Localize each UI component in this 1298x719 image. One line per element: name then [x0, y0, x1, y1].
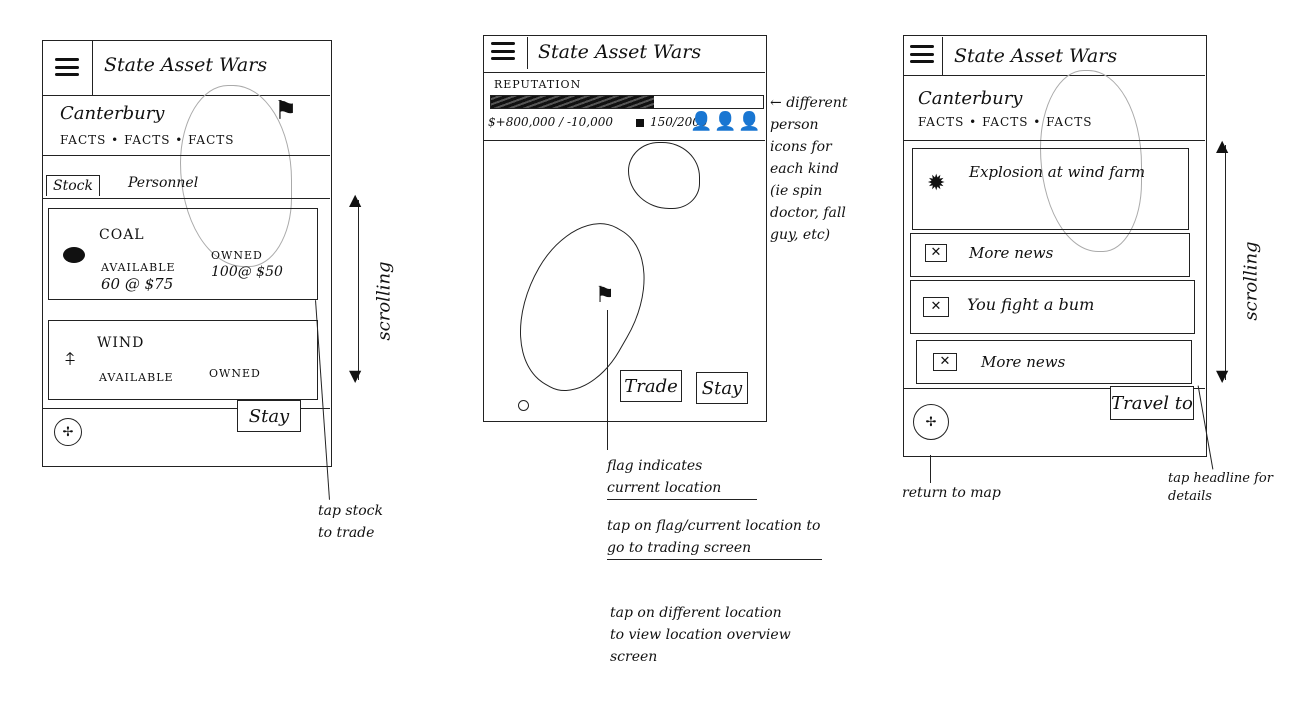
- news-headline: Explosion at wind farm: [969, 163, 1146, 181]
- news-headline: More news: [969, 244, 1054, 262]
- person-icons-note: ← different person icons for each kind (…: [770, 95, 848, 243]
- scroll-arrow-top: ▲: [1216, 136, 1229, 155]
- location-name: Canterbury: [60, 103, 165, 124]
- calendar-icon: [636, 119, 644, 127]
- return-map-note: return to map: [902, 485, 1001, 501]
- stock-name: COAL: [99, 227, 145, 243]
- reputation-label: REPUTATION: [494, 78, 582, 91]
- owned-label: OWNED: [211, 249, 263, 262]
- fall-guy-icon[interactable]: 👤: [714, 111, 736, 132]
- available-value: 60 @ $75: [101, 275, 174, 293]
- tap-headline-note: tap headline for details: [1168, 471, 1273, 504]
- scroll-arrow-top: ▲: [349, 190, 362, 209]
- app-title: State Asset Wars: [954, 45, 1118, 67]
- location-facts: FACTS • FACTS • FACTS: [918, 115, 1093, 129]
- annotation-leader: [607, 310, 608, 450]
- map-compass-icon[interactable]: ✢: [913, 404, 949, 440]
- available-label: AVAILABLE: [101, 261, 176, 274]
- spin-doctor-icon[interactable]: 👤: [690, 111, 712, 132]
- divider: [483, 140, 765, 141]
- stock-card-wind[interactable]: ⍏ WIND AVAILABLE OWNED: [48, 320, 318, 400]
- location-name: Canterbury: [918, 88, 1023, 109]
- app-title: State Asset Wars: [538, 41, 702, 63]
- image-placeholder-icon: ✕: [923, 297, 949, 317]
- header-divider: [942, 37, 943, 75]
- news-headline: You fight a bum: [967, 295, 1095, 314]
- map-compass-icon[interactable]: [518, 400, 529, 411]
- news-item[interactable]: ✕ More news: [916, 340, 1192, 384]
- hamburger-icon[interactable]: [55, 58, 79, 76]
- divider: [483, 72, 765, 73]
- scroll-arrow-bottom: ▼: [1216, 366, 1229, 385]
- stay-button[interactable]: Stay: [237, 400, 301, 432]
- image-placeholder-icon: ✕: [925, 244, 947, 262]
- tap-flag-note: tap on flag/current location to go to tr…: [607, 515, 822, 560]
- image-placeholder-icon: ✕: [933, 353, 957, 371]
- hamburger-icon[interactable]: [491, 42, 515, 60]
- scrolling-note: scrolling: [1240, 241, 1262, 321]
- available-label: AVAILABLE: [99, 371, 174, 384]
- tap-location-note: tap on different location to view locati…: [610, 605, 791, 665]
- tap-stock-note: tap stock to trade: [318, 503, 383, 541]
- tab-stock[interactable]: Stock: [46, 175, 100, 196]
- header-divider: [527, 37, 528, 69]
- flag-icon[interactable]: ⚑: [274, 96, 297, 126]
- owned-value: 100@ $50: [211, 264, 283, 280]
- coal-lump-icon: [63, 247, 85, 263]
- app-title: State Asset Wars: [104, 54, 268, 76]
- news-headline: More news: [981, 353, 1066, 371]
- stock-name: WIND: [97, 335, 145, 351]
- money-stat: $+800,000 / -10,000: [488, 115, 614, 129]
- hamburger-icon[interactable]: [910, 45, 934, 63]
- tab-baseline: [42, 198, 330, 199]
- divider: [42, 155, 330, 156]
- tab-personnel[interactable]: Personnel: [128, 175, 198, 191]
- travel-to-button[interactable]: Travel to: [1110, 386, 1194, 420]
- divider: [903, 140, 1205, 141]
- stock-card-coal[interactable]: COAL AVAILABLE 60 @ $75 OWNED 100@ $50: [48, 208, 318, 300]
- scroll-arrow-bottom: ▼: [349, 366, 362, 385]
- map-compass-icon[interactable]: ✢: [54, 418, 82, 446]
- scroll-arrow: [358, 200, 359, 380]
- reputation-fill: [491, 96, 655, 108]
- trade-button[interactable]: Trade: [620, 370, 682, 402]
- scroll-arrow: [1225, 145, 1226, 380]
- news-item[interactable]: ✕ You fight a bum: [910, 280, 1195, 334]
- wind-turbine-icon: ⍏: [65, 349, 76, 370]
- divider: [903, 75, 1205, 76]
- news-item[interactable]: ✕ More news: [910, 233, 1190, 277]
- explosion-icon: ✹: [927, 171, 946, 196]
- reputation-bar: [490, 95, 764, 109]
- person-icon[interactable]: 👤: [738, 111, 760, 132]
- annotation-leader: [930, 455, 931, 483]
- flag-icon[interactable]: ⚑: [595, 283, 615, 308]
- owned-label: OWNED: [209, 367, 261, 380]
- stay-button[interactable]: Stay: [696, 372, 748, 404]
- news-item[interactable]: ✹ Explosion at wind farm: [912, 148, 1189, 230]
- header-divider: [92, 40, 93, 95]
- location-facts: FACTS • FACTS • FACTS: [60, 133, 235, 147]
- flag-note: flag indicates current location: [607, 455, 757, 500]
- scrolling-note: scrolling: [373, 261, 395, 341]
- person-icons-text: different person icons for each kind (ie…: [770, 95, 848, 243]
